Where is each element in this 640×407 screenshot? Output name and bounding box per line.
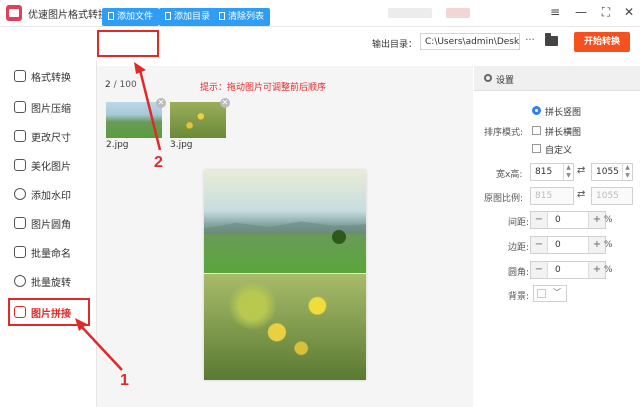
- watermark-icon: [14, 188, 26, 200]
- width-input[interactable]: 815 ▲ ▼: [530, 163, 574, 181]
- highlight-box-add-file: [97, 30, 159, 57]
- ratio-height-input: 1055: [591, 187, 633, 205]
- background-label: 背景:: [508, 292, 530, 302]
- background-color-picker[interactable]: ﹀: [533, 285, 567, 302]
- clear-list-button[interactable]: 清除列表: [213, 8, 271, 26]
- rename-icon: [14, 246, 26, 258]
- plus-icon[interactable]: +: [588, 262, 605, 278]
- preview-image-bottom: [204, 274, 366, 380]
- sidebar-item-watermark[interactable]: 添加水印: [14, 183, 90, 205]
- annotation-number-1: 1: [120, 372, 129, 389]
- sidebar-item-format-convert[interactable]: 格式转换: [14, 65, 90, 87]
- option-custom-label: 自定义: [545, 146, 573, 156]
- compress-icon: [14, 101, 26, 113]
- close-icon[interactable]: ✕: [620, 3, 638, 21]
- sidebar-item-image-stitch[interactable]: 图片拼接: [8, 298, 90, 326]
- percent-unit: %: [604, 215, 613, 225]
- corner-label: 圆角:: [508, 268, 530, 278]
- format-icon: [14, 70, 26, 82]
- height-spinner[interactable]: ▲ ▼: [622, 164, 632, 180]
- start-convert-button[interactable]: 开始转换: [574, 32, 630, 52]
- margin-stepper[interactable]: −0 +: [530, 236, 606, 254]
- corner-stepper[interactable]: −0 +: [530, 261, 606, 279]
- thumbnail-image[interactable]: ✕: [170, 98, 230, 138]
- plus-icon[interactable]: +: [588, 212, 605, 228]
- rounded-corner-icon: [14, 217, 26, 229]
- hint-text: 提示：拖动图片可调整前后顺序: [200, 83, 327, 93]
- thumbnail-image[interactable]: ✕: [106, 98, 166, 138]
- plus-icon[interactable]: +: [588, 237, 605, 253]
- spacing-stepper[interactable]: −0 +: [530, 211, 606, 229]
- option-vertical-label: 拼长竖图: [545, 108, 582, 118]
- preview-tree: [332, 230, 346, 244]
- percent-unit: %: [604, 240, 613, 250]
- width-height-label: 宽x高:: [496, 170, 523, 180]
- annotation-number-2: 2: [154, 154, 163, 171]
- beautify-icon: [14, 159, 26, 171]
- height-input[interactable]: 1055 ▲ ▼: [591, 163, 633, 181]
- minus-icon[interactable]: −: [531, 212, 548, 228]
- spacing-label: 间距:: [508, 218, 530, 228]
- sidebar-item-compress[interactable]: 图片压缩: [14, 96, 90, 118]
- preview-image-top: [204, 170, 366, 273]
- thumbnail-label: 3.jpg: [170, 140, 193, 150]
- remove-thumb-icon[interactable]: ✕: [220, 98, 230, 108]
- gear-icon: [484, 74, 492, 82]
- ratio-width-input: 815: [530, 187, 574, 205]
- margin-label: 边距:: [508, 243, 530, 253]
- width-spinner[interactable]: ▲ ▼: [563, 164, 573, 180]
- browse-dots-button[interactable]: ···: [522, 33, 538, 50]
- sort-mode-label: 排序模式:: [484, 128, 524, 138]
- ratio-label: 原图比例:: [484, 194, 524, 204]
- stitch-icon: [14, 306, 26, 318]
- blurred-header-element: [388, 8, 432, 18]
- resize-icon: [14, 130, 26, 142]
- radio-horizontal[interactable]: [532, 126, 541, 135]
- sidebar-item-batch-rename[interactable]: 批量命名: [14, 241, 90, 263]
- color-swatch: [537, 289, 546, 298]
- rotate-icon: [14, 275, 26, 287]
- maximize-icon[interactable]: ⛶: [597, 3, 615, 21]
- add-file-button[interactable]: 添加文件: [102, 8, 160, 26]
- app-logo-icon: [6, 5, 22, 21]
- output-dir-input[interactable]: C:\Users\admin\Deskto: [420, 33, 520, 50]
- file-counter: 2 / 100: [105, 80, 137, 90]
- chevron-down-icon: ﹀: [553, 288, 561, 297]
- minus-icon[interactable]: −: [531, 237, 548, 253]
- remove-thumb-icon[interactable]: ✕: [156, 98, 166, 108]
- ratio-link-icon: ⇄: [577, 189, 586, 200]
- sidebar-item-batch-rotate[interactable]: 批量旋转: [14, 270, 90, 292]
- output-dir-label: 输出目录：: [372, 40, 418, 50]
- blurred-header-element: [446, 8, 470, 18]
- radio-vertical[interactable]: [532, 106, 541, 115]
- settings-title: 设置: [496, 76, 515, 86]
- option-horizontal-label: 拼长横图: [545, 128, 582, 138]
- sidebar-item-resize[interactable]: 更改尺寸: [14, 125, 90, 147]
- title-bar: 优速图片格式转换器 ≡ — ⛶ ✕: [0, 0, 640, 27]
- link-icon[interactable]: ⇄: [577, 165, 585, 176]
- add-folder-button[interactable]: 添加目录: [159, 8, 217, 26]
- menu-icon[interactable]: ≡: [546, 3, 564, 21]
- sidebar-item-beautify[interactable]: 美化图片: [14, 154, 90, 176]
- stitched-preview: [204, 170, 366, 380]
- file-icon: [108, 12, 114, 20]
- thumbnail-label: 2.jpg: [106, 140, 129, 150]
- sidebar-item-rounded-corner[interactable]: 图片圆角: [14, 212, 90, 234]
- minimize-icon[interactable]: —: [572, 3, 590, 21]
- folder-icon: [165, 12, 171, 20]
- minus-icon[interactable]: −: [531, 262, 548, 278]
- percent-unit: %: [604, 265, 613, 275]
- open-folder-icon[interactable]: [545, 33, 558, 46]
- trash-icon: [219, 12, 225, 20]
- toolbar: [96, 27, 640, 61]
- radio-custom[interactable]: [532, 144, 541, 153]
